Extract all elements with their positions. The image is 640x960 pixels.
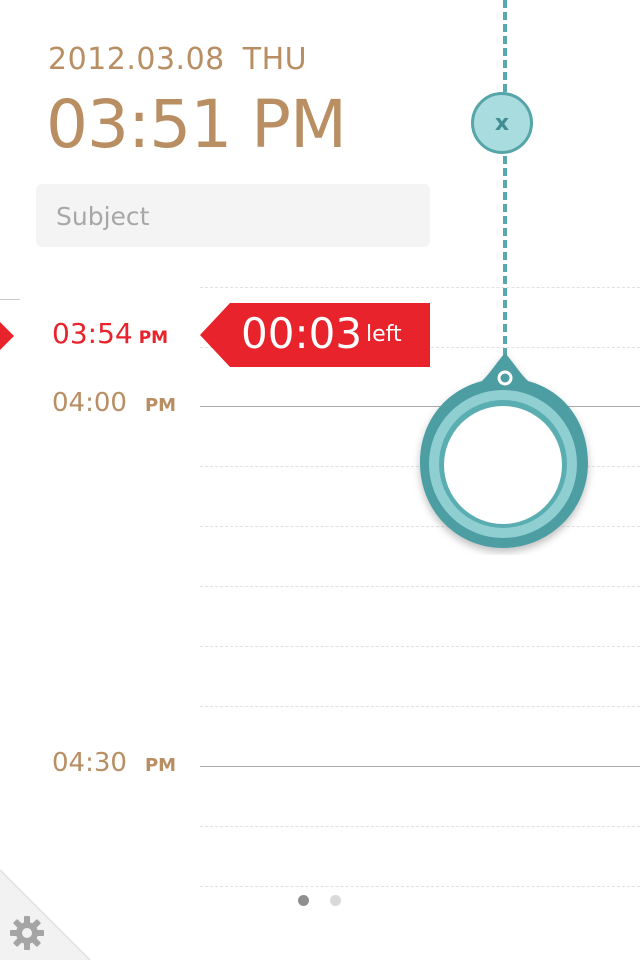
grid-line [200, 886, 640, 887]
now-indicator-arrow [0, 322, 14, 350]
grid-line [200, 287, 640, 288]
day-of-week: THU [242, 42, 308, 77]
current-time: 03:51 PM [46, 86, 347, 163]
alarm-time-value: 03:54 [52, 317, 133, 350]
date-value: 2012.03.08 [48, 42, 225, 77]
time-label-value: 04:00 [52, 388, 127, 418]
time-remaining-badge: 00:03 left [200, 303, 430, 367]
grid-line-half-hour [200, 766, 640, 767]
timeline-left-line [0, 299, 20, 300]
alarm-time: 03:54 PM [52, 317, 168, 350]
time-label-0400: 04:00 PM [52, 388, 176, 418]
grid-line [200, 826, 640, 827]
alarm-time-ampm: PM [138, 328, 169, 348]
page-indicator-active[interactable] [298, 895, 309, 906]
ring-handle-icon[interactable] [410, 345, 600, 555]
time-label-ampm: PM [144, 395, 177, 416]
grid-line [200, 646, 640, 647]
time-remaining-label: left [366, 322, 402, 347]
subject-input[interactable] [36, 184, 452, 249]
subject-field[interactable] [36, 184, 452, 249]
page-indicator[interactable] [330, 895, 341, 906]
close-icon[interactable]: x [471, 92, 533, 154]
grid-line [200, 586, 640, 587]
time-remaining-value: 00:03 [241, 309, 363, 358]
alarm-time-tag[interactable]: 03:54 PM [34, 303, 196, 367]
time-label-ampm: PM [144, 755, 177, 776]
time-label-0430: 04:30 PM [52, 748, 176, 778]
time-label-value: 04:30 [52, 748, 127, 778]
ring-string [503, 0, 507, 380]
gear-icon[interactable] [8, 914, 46, 952]
close-label: x [494, 110, 510, 136]
date-label: 2012.03.08 THU [48, 42, 307, 77]
grid-line [200, 706, 640, 707]
